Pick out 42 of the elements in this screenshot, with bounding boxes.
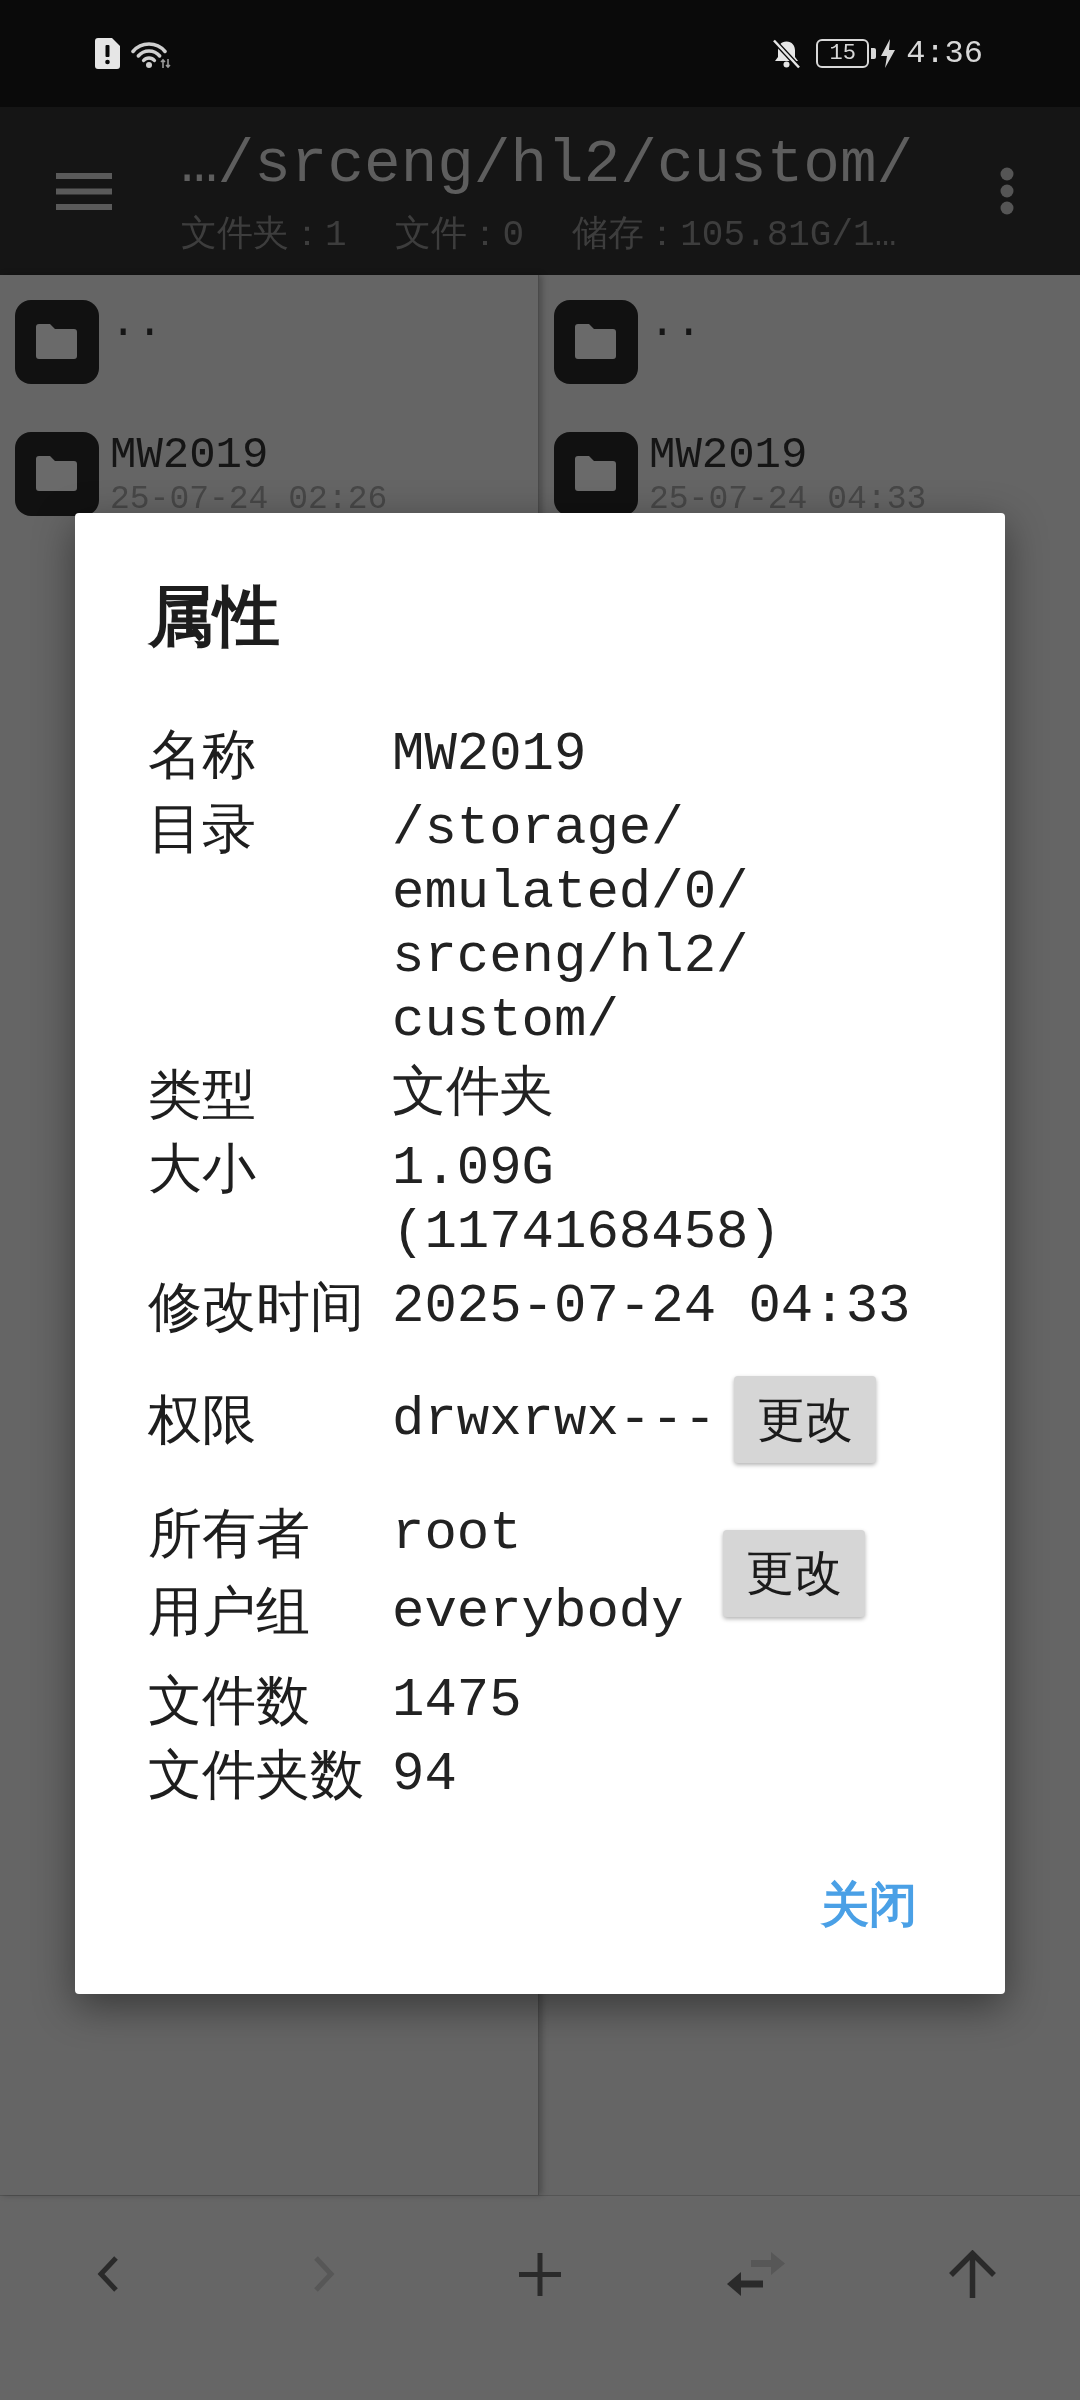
dialog-title: 属性 xyxy=(148,578,281,656)
property-value: /storage/emulated/0/srceng/hl2/custom/ xyxy=(392,797,750,1053)
property-label: 名称 xyxy=(148,723,257,787)
file-name: MW2019 xyxy=(649,430,808,480)
folder-path-title: …/srceng/hl2/custom/ xyxy=(181,129,914,201)
property-label: 修改时间 xyxy=(148,1275,365,1339)
property-label: 权限 xyxy=(148,1387,257,1452)
property-label: 文件数 xyxy=(148,1669,311,1733)
change-button[interactable]: 更改 xyxy=(722,1529,865,1617)
folder-icon xyxy=(15,432,99,516)
folder-icon xyxy=(554,432,638,516)
property-value: 1475 xyxy=(392,1669,523,1733)
file-name: .. xyxy=(110,298,163,348)
property-value: everybody xyxy=(392,1580,684,1644)
sim-card-alert-icon xyxy=(95,38,120,69)
property-label: 用户组 xyxy=(148,1580,311,1644)
property-label: 目录 xyxy=(148,797,257,861)
property-label: 文件夹数 xyxy=(148,1743,365,1807)
swap-arrows-icon[interactable] xyxy=(727,2251,785,2297)
file-name: .. xyxy=(649,298,702,348)
property-value: root xyxy=(392,1502,522,1566)
add-icon[interactable] xyxy=(519,2252,561,2296)
charging-bolt-icon xyxy=(881,39,896,68)
change-button[interactable]: 更改 xyxy=(734,1376,877,1463)
property-value: 94 xyxy=(392,1743,458,1807)
property-value: 1.09G (1174168458) xyxy=(392,1137,782,1265)
property-label: 大小 xyxy=(148,1137,257,1201)
property-value: MW2019 xyxy=(392,723,588,787)
property-value: 文件夹 xyxy=(392,1063,555,1127)
menu-icon[interactable] xyxy=(56,172,112,210)
property-value: 2025-07-24 04:33 xyxy=(392,1275,912,1339)
property-label: 所有者 xyxy=(148,1502,311,1566)
property-label: 类型 xyxy=(148,1063,257,1127)
folder-icon xyxy=(554,300,638,384)
status-time: 4:36 xyxy=(906,35,983,72)
battery-indicator: 15 xyxy=(816,39,877,68)
property-value: drwxrwx--- xyxy=(392,1387,717,1452)
file-name: MW2019 xyxy=(110,430,269,480)
more-options-icon[interactable] xyxy=(1000,167,1014,215)
folder-icon xyxy=(15,300,99,384)
back-icon[interactable] xyxy=(97,2256,119,2292)
bell-off-icon xyxy=(771,38,803,69)
